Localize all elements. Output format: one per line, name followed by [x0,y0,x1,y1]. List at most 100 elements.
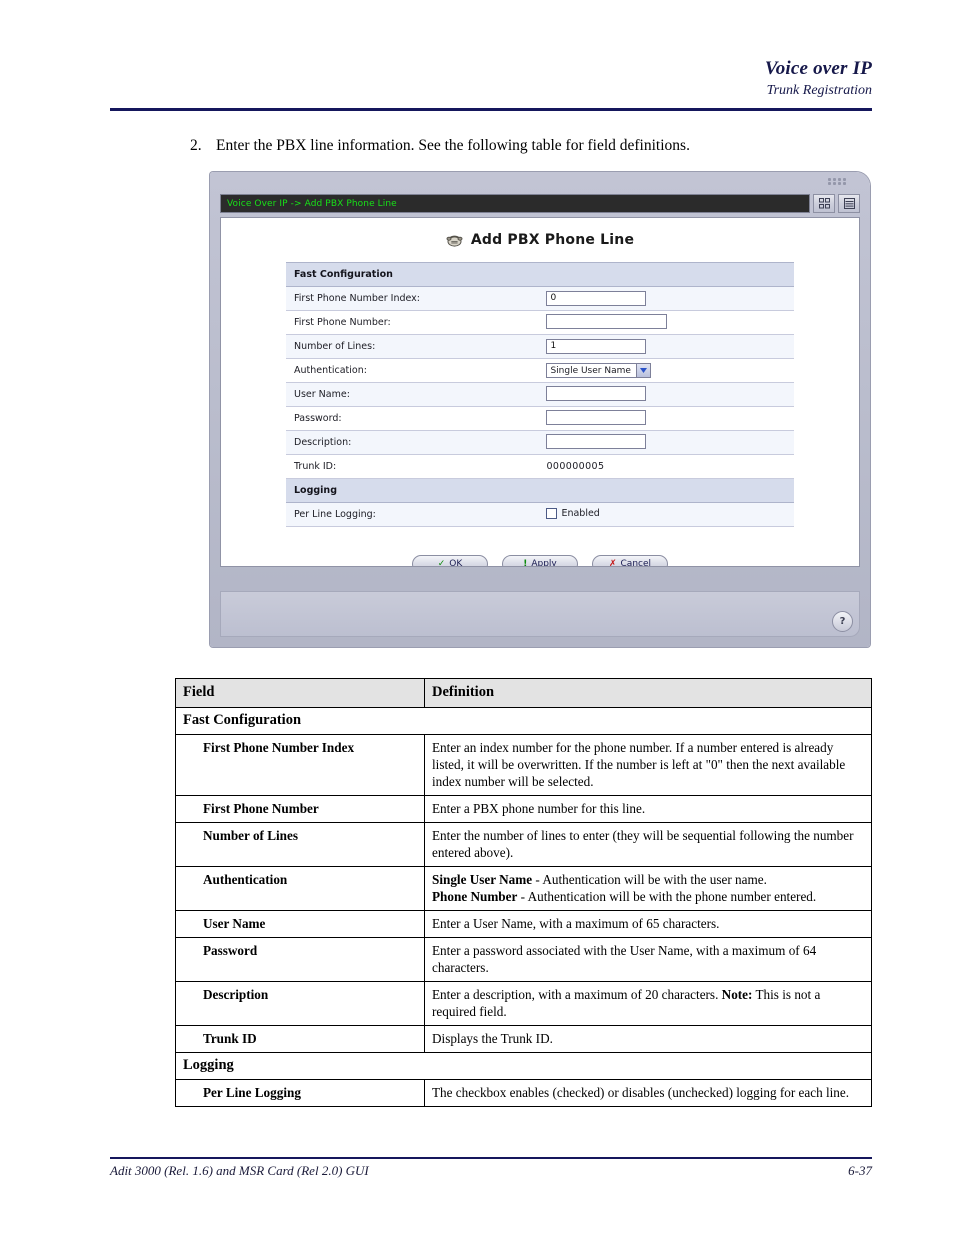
step-text: Enter the PBX line information. See the … [216,137,690,154]
table-row: User Name Enter a User Name, with a maxim… [175,910,872,938]
dialog-button-row: ✓ OK ! Apply ✗ Cancel [221,555,859,567]
grid-view-button[interactable] [813,194,835,213]
app-window-screenshot: Voice Over IP -> Add PBX Phone Line Add … [210,172,870,647]
field-definition-cell: Enter an index number for the phone numb… [424,734,872,796]
field-definition-cell: Enter a password associated with the Use… [424,937,872,982]
chevron-down-icon[interactable] [635,364,650,377]
telephone-icon [446,235,463,247]
header-divider [110,108,872,111]
table-row: Password Enter a password associated with… [175,937,872,982]
check-icon: ✓ [437,559,446,567]
window-content: Add PBX Phone Line Fast Configuration Fi… [220,217,860,567]
first-phone-number-index-input[interactable]: 0 [546,291,647,306]
apply-button-label: Apply [531,559,557,567]
page-header: Voice over IP Trunk Registration [110,58,872,99]
exclamation-icon: ! [523,559,528,567]
list-view-button[interactable] [838,194,860,213]
table-row: Per Line Logging The checkbox enables (ch… [175,1079,872,1107]
field-definition-cell: Displays the Trunk ID. [424,1025,872,1053]
table-row: First Phone Number Enter a PBX phone numb… [175,795,872,823]
form-row-description: Description: [286,430,794,455]
window-statusbar: ? [220,591,860,637]
field-value [538,430,794,455]
form-row-user-name: User Name: [286,382,794,407]
number-of-lines-input[interactable]: 1 [546,339,647,354]
group-label: Fast Configuration [175,707,872,735]
table-row: First Phone Number Index Enter an index n… [175,734,872,796]
form-row-per-line-logging: Per Line Logging: Enabled [286,502,794,527]
field-name-cell: Password [175,937,425,982]
field-label: Per Line Logging: [286,502,539,527]
configuration-form: Fast Configuration First Phone Number In… [286,262,794,527]
footer-document-name: Adit 3000 (Rel. 1.6) and MSR Card (Rel 2… [110,1163,369,1178]
ok-button-label: OK [449,559,463,567]
per-line-logging-checkbox[interactable]: Enabled [546,507,600,519]
field-definition-cell: Enter a User Name, with a maximum of 65 … [424,910,872,938]
field-definitions-table: Field Definition Fast Configuration First… [175,678,872,1107]
field-label: User Name: [286,382,539,407]
form-row-number-of-lines: Number of Lines: 1 [286,334,794,359]
field-value [538,382,794,407]
checkbox-label: Enabled [561,507,600,519]
field-value [538,310,794,335]
page-footer: Adit 3000 (Rel. 1.6) and MSR Card (Rel 2… [110,1163,872,1179]
footer-divider [110,1157,872,1159]
ok-button[interactable]: ✓ OK [412,555,488,567]
page-subtitle: Trunk Registration [766,83,872,98]
table-row: Authentication Single User Name - Authent… [175,866,872,911]
field-definition-cell: Single User Name - Authentication will b… [424,866,872,911]
field-label: Description: [286,430,539,455]
field-label: Password: [286,406,539,431]
window-topbar: Voice Over IP -> Add PBX Phone Line [220,194,860,213]
window-grip-dots [828,178,862,188]
grid-icon [818,198,830,209]
field-label: First Phone Number Index: [286,286,539,311]
close-icon: ✗ [608,559,617,567]
form-section-header-fast-configuration: Fast Configuration [286,262,794,287]
cancel-button[interactable]: ✗ Cancel [592,555,668,567]
form-row-trunk-id: Trunk ID: 000000005 [286,454,794,479]
field-name-cell: First Phone Number [175,795,425,823]
apply-button[interactable]: ! Apply [502,555,578,567]
list-icon [843,198,855,209]
field-definition-cell: Enter a PBX phone number for this line. [424,795,872,823]
field-label: Authentication: [286,358,539,383]
step-number: 2. [190,137,202,154]
field-label: Trunk ID: [286,454,539,479]
field-value: 000000005 [538,454,794,479]
field-name-cell: Number of Lines [175,822,425,867]
form-row-authentication: Authentication: Single User Name [286,358,794,383]
first-phone-number-input[interactable] [546,313,668,329]
authentication-selected-value: Single User Name [550,365,631,376]
description-input[interactable] [546,433,647,449]
field-label: Number of Lines: [286,334,539,359]
authentication-select[interactable]: Single User Name [546,363,651,378]
footer-page-number: 6-37 [848,1163,872,1178]
form-row-first-phone-number-index: First Phone Number Index: 0 [286,286,794,311]
breadcrumb[interactable]: Voice Over IP -> Add PBX Phone Line [220,194,810,213]
field-name-cell: Authentication [175,866,425,911]
step-instruction: 2. Enter the PBX line information. See th… [190,136,890,156]
trunk-id-value: 000000005 [546,461,605,472]
field-name-cell: Per Line Logging [175,1079,425,1107]
table-row: Number of Lines Enter the number of lines… [175,822,872,867]
field-definition-cell: Enter a description, with a maximum of 2… [424,981,872,1026]
breadcrumb-text: Voice Over IP -> Add PBX Phone Line [227,198,397,209]
table-row: Description Enter a description, with a m… [175,981,872,1026]
checkbox-icon[interactable] [546,507,558,519]
field-value [538,406,794,431]
form-body: Fast Configuration First Phone Number In… [286,262,794,527]
user-name-input[interactable] [546,385,647,401]
column-header-definition: Definition [424,678,872,708]
field-value: Single User Name [538,358,794,383]
field-name-cell: User Name [175,910,425,938]
help-button[interactable]: ? [832,611,853,632]
screen-title-row: Add PBX Phone Line [221,232,859,248]
password-input[interactable] [546,409,647,425]
field-value: Enabled [538,502,794,527]
group-label: Logging [175,1052,872,1080]
page-title: Voice over IP [764,58,872,79]
form-section-label: Logging [286,478,794,503]
table-body: Fast Configuration First Phone Number Ind… [175,707,872,1107]
field-definition-cell: Enter the number of lines to enter (they… [424,822,872,867]
